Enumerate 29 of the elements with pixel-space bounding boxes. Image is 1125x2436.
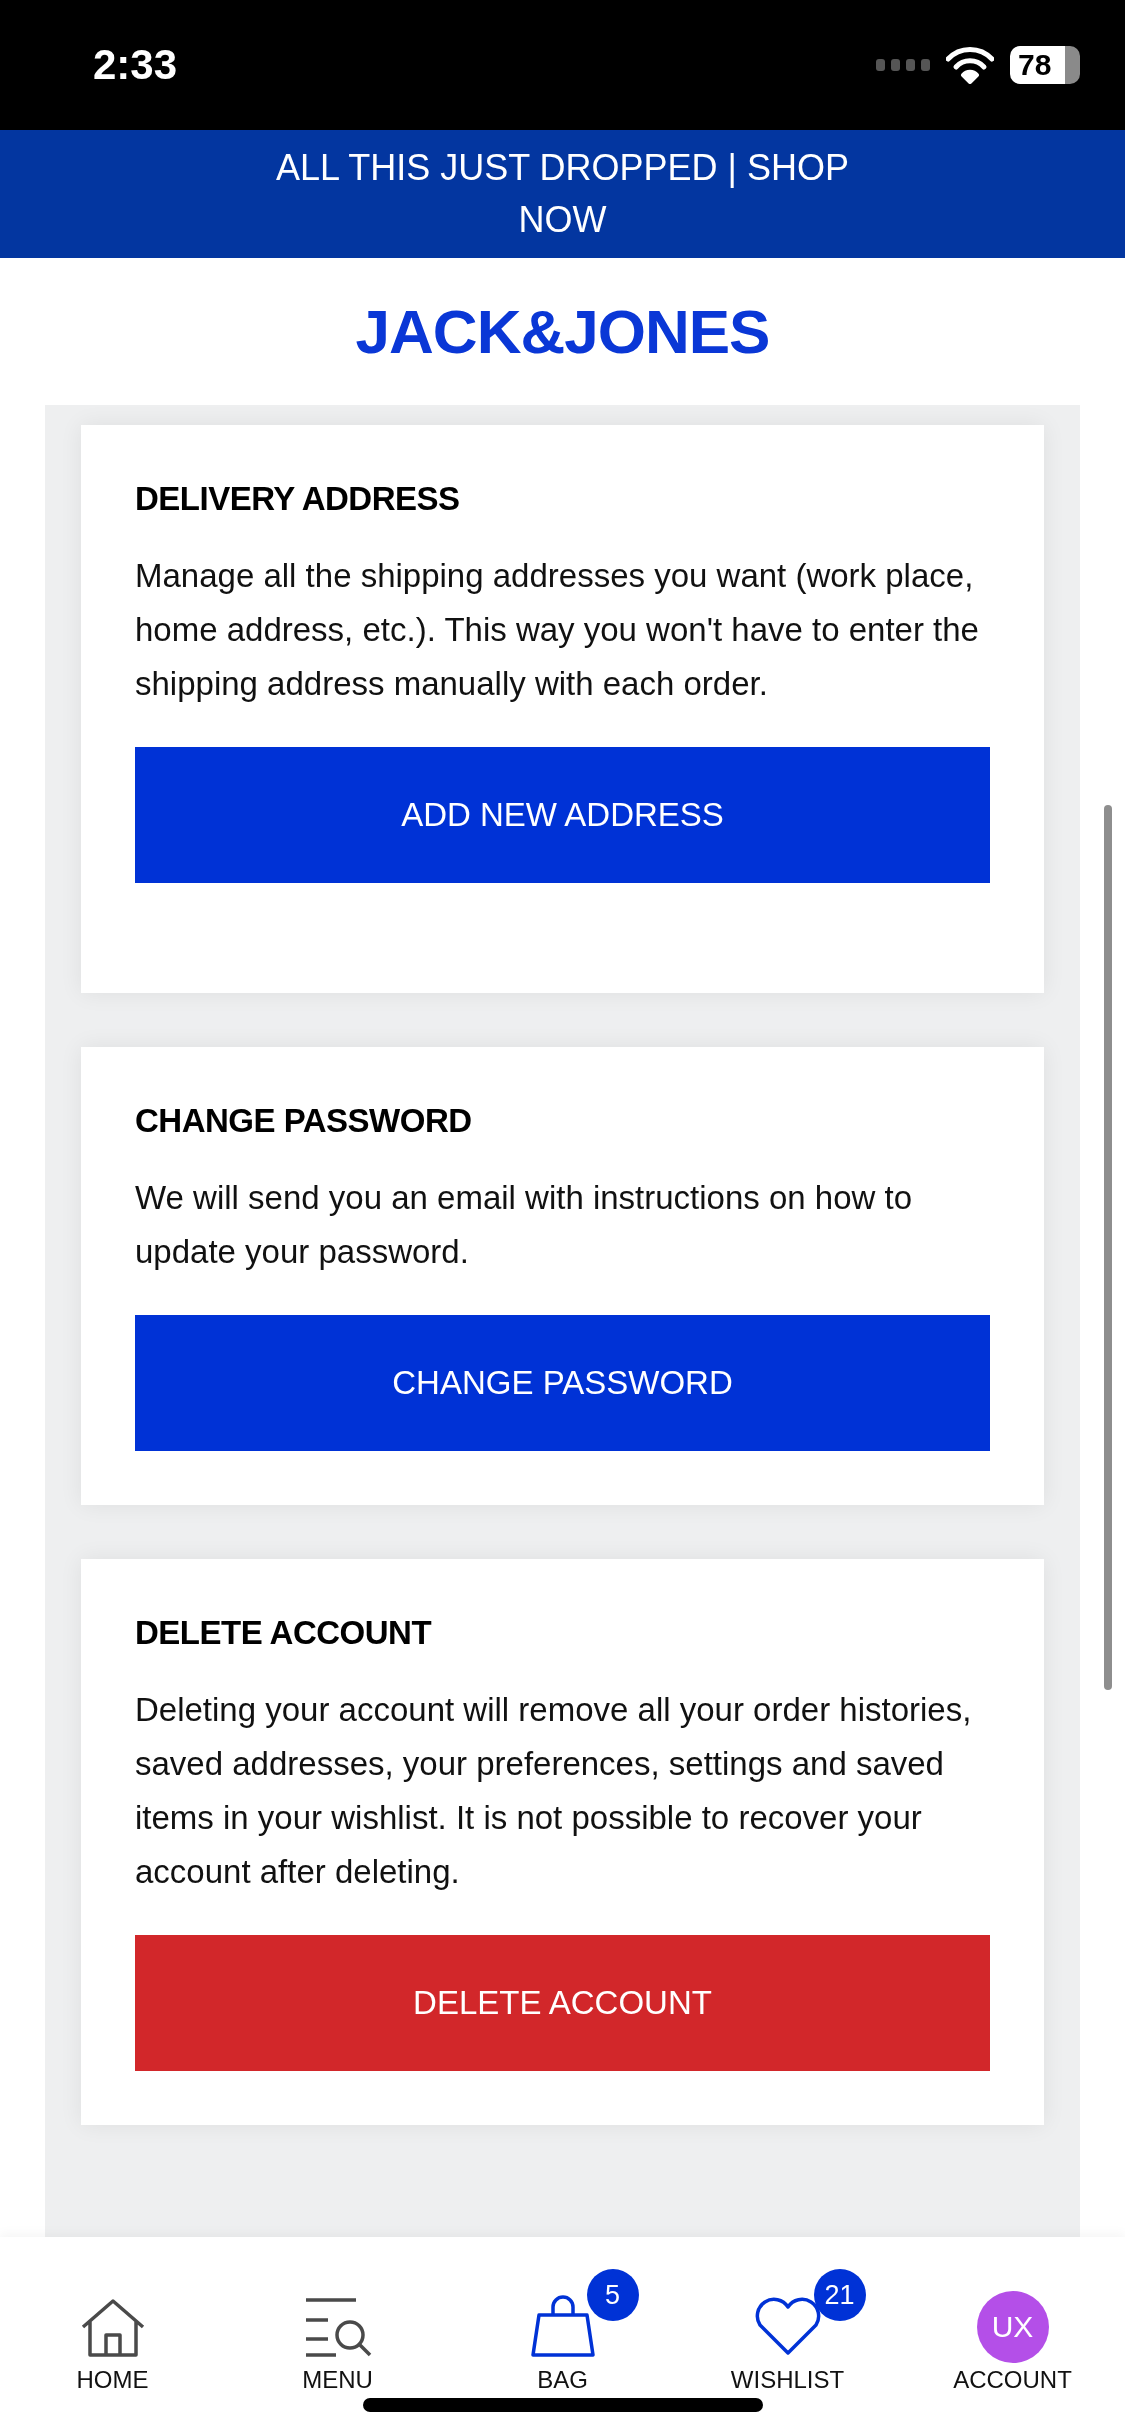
nav-label: WISHLIST [730, 2365, 845, 2395]
section-description: Deleting your account will remove all your order histories, saved addresses, your preferences, settings and saved items in your wishlist. It is not possible to recover your account after deleting. [135, 1690, 973, 1892]
bag-icon [530, 2293, 595, 2357]
nav-account-tab[interactable]: UX ACCOUNT [900, 2237, 1125, 2436]
count-badge: 5 [586, 2269, 639, 2321]
nav-label: BAG [537, 2365, 588, 2395]
count-badge: 21 [813, 2269, 866, 2321]
delete-account-button[interactable]: DELETE ACCOUNT [135, 1935, 990, 2071]
brand-logo[interactable]: JACK&JONES [355, 300, 770, 363]
section-title: DELETE ACCOUNT [135, 1613, 433, 1653]
section-description: Manage all the shipping addresses you want (work place, home address, etc.). This way you won't have to enter the shipping address manually with each order. [135, 556, 980, 704]
nav-label: ACCOUNT [953, 2365, 1072, 2395]
nav-label: HOME [76, 2365, 149, 2395]
section-description: We will send you an email with instructions on how to update your password. [135, 1178, 914, 1272]
status-time: 2:33 [93, 44, 178, 86]
section-title: DELIVERY ADDRESS [135, 479, 461, 519]
heart-icon [753, 2295, 822, 2357]
action-button[interactable]: CHANGE PASSWORD [135, 1315, 990, 1451]
menu-search-icon [303, 2297, 372, 2357]
nav-menu-tab[interactable]: MENU [225, 2237, 450, 2436]
nav-label: MENU [302, 2365, 373, 2395]
battery-indicator: 78 [1010, 46, 1080, 84]
home-icon [79, 2297, 146, 2357]
nav-home-tab[interactable]: HOME [0, 2237, 225, 2436]
avatar-initials: UX [976, 2291, 1049, 2363]
action-button[interactable]: ADD NEW ADDRESS [135, 747, 990, 883]
signal-icon [876, 59, 930, 71]
wifi-icon [946, 46, 994, 84]
section-title: CHANGE PASSWORD [135, 1101, 473, 1141]
